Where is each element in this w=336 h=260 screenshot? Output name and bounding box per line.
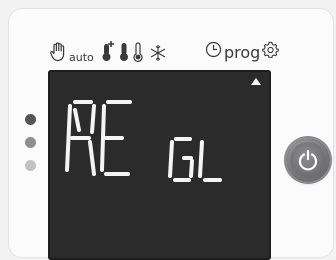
mode-bar: auto bbox=[50, 38, 166, 64]
lcd-display: RE GL bbox=[48, 70, 271, 260]
segment-char-r bbox=[65, 100, 96, 176]
indicator-dot-1 bbox=[25, 114, 36, 125]
manual-hand-icon[interactable] bbox=[50, 42, 66, 62]
eco-thermometer-icon[interactable] bbox=[132, 40, 144, 62]
segment-char-g bbox=[168, 137, 194, 182]
prog-label: prog bbox=[224, 43, 261, 62]
power-button-face[interactable] bbox=[290, 142, 326, 178]
power-icon bbox=[298, 149, 318, 171]
settings-gear-icon[interactable] bbox=[262, 41, 280, 62]
indicator-dot-3 bbox=[25, 160, 36, 171]
indicator-dot-2 bbox=[25, 137, 36, 148]
program-bar: prog bbox=[205, 38, 280, 62]
segment-char-e bbox=[100, 100, 132, 176]
segment-char-l bbox=[198, 140, 222, 182]
lcd-segments: RE GL bbox=[65, 100, 222, 182]
power-button[interactable] bbox=[286, 138, 330, 182]
frost-protection-snowflake-icon[interactable] bbox=[150, 44, 166, 62]
clock-icon[interactable] bbox=[205, 41, 222, 62]
indicator-dots bbox=[25, 114, 36, 171]
comfort-thermometer-icon[interactable] bbox=[118, 40, 130, 62]
comfort-plus-thermometer-icon[interactable] bbox=[100, 40, 116, 62]
auto-label: auto bbox=[69, 51, 94, 64]
